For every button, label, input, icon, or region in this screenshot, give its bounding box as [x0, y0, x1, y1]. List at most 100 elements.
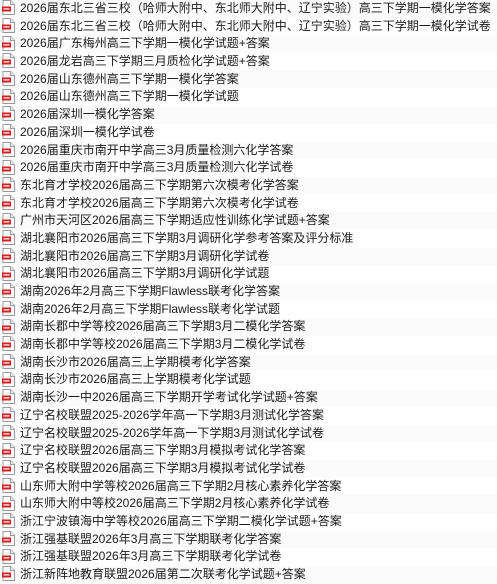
file-row[interactable]: 山东师大附中学等校2026届高三下学期2月核心素养化学答案: [0, 477, 497, 496]
file-name: 辽宁名校联盟2025-2026学年高一下学期3月测试化学答案: [20, 407, 325, 422]
file-name: 2026届龙岩高三下学期三月质检化学试题+答案: [20, 54, 270, 69]
file-row[interactable]: 湖南长沙一中2026届高三下学期开学考试化学试题+答案: [0, 389, 497, 407]
file-name: 山东师大附中等校2026届高三下学期2月核心素养化学试卷: [20, 496, 330, 511]
pdf-file-icon: [2, 318, 15, 334]
file-row[interactable]: 湖南2026年2月高三下学期Flawless联考化学试题: [0, 301, 497, 319]
pdf-file-icon: [2, 371, 15, 387]
pdf-file-icon: [2, 18, 15, 34]
pdf-file-icon: [2, 141, 15, 157]
pdf-file-icon: [2, 424, 15, 440]
file-row[interactable]: 湖南长郡中学等校2026届高三下学期3月二模化学试卷: [0, 336, 497, 354]
file-name: 山东师大附中学等校2026届高三下学期2月核心素养化学答案: [20, 478, 342, 493]
pdf-file-icon: [2, 389, 15, 405]
file-name: 辽宁名校联盟2026届高三下学期3月模拟考试化学试卷: [20, 460, 306, 475]
pdf-file-icon: [2, 460, 15, 476]
file-row[interactable]: 湖北襄阳市2026届高三下学期3月调研化学试题: [0, 265, 497, 283]
file-row[interactable]: 湖南长沙市2026届高三上学期模考化学试题: [0, 371, 497, 389]
file-name: 湖北襄阳市2026届高三下学期3月调研化学试卷: [20, 248, 270, 263]
file-row[interactable]: 湖南长沙市2026届高三上学期模考化学答案: [0, 353, 497, 372]
file-row[interactable]: 湖北襄阳市2026届高三下学期3月调研化学试卷: [0, 247, 497, 266]
pdf-file-icon: [2, 159, 15, 175]
file-name: 2026届深圳一模化学答案: [20, 107, 155, 122]
file-row[interactable]: 东北育才学校2026届高三下学期第六次模考化学答案: [0, 176, 497, 195]
file-name: 湖北襄阳市2026届高三下学期3月调研化学参考答案及评分标准: [20, 230, 354, 245]
file-row[interactable]: 山东师大附中等校2026届高三下学期2月核心素养化学试卷: [0, 495, 497, 513]
file-name: 湖南长沙一中2026届高三下学期开学考试化学试题+答案: [20, 390, 318, 405]
pdf-file-icon: [2, 194, 15, 210]
file-row[interactable]: 浙江宁波镇海中学等校2026届高三下学期二模化学试题+答案: [0, 513, 497, 531]
file-name: 湖北襄阳市2026届高三下学期3月调研化学试题: [20, 266, 270, 281]
pdf-file-icon: [2, 548, 15, 564]
file-name: 广州市天河区2026届高三下学期适应性训练化学试题+答案: [20, 213, 330, 228]
file-name: 2026届广东梅州高三下学期一模化学试题+答案: [20, 36, 270, 51]
pdf-file-icon: [2, 495, 15, 511]
file-row[interactable]: 2026届重庆市南开中学高三3月质量检测六化学试卷: [0, 159, 497, 177]
file-row[interactable]: 2026届东北三省三校（哈师大附中、东北师大附中、辽宁实验）高三下学期一模化学试…: [0, 18, 497, 36]
file-row[interactable]: 辽宁名校联盟2026届高三下学期3月模拟考试化学试卷: [0, 459, 497, 478]
file-row[interactable]: 浙江强基联盟2026年3月高三下学期联考化学答案: [0, 530, 497, 549]
file-row[interactable]: 湖南长郡中学等校2026届高三下学期3月二模化学答案: [0, 318, 497, 337]
file-name: 湖南长沙市2026届高三上学期模考化学答案: [20, 354, 251, 369]
file-list: 2026届东北三省三校（哈师大附中、东北师大附中、辽宁实验）高三下学期一模化学答…: [0, 0, 497, 584]
file-row[interactable]: 2026届深圳一模化学试卷: [0, 124, 497, 142]
pdf-file-icon: [2, 336, 15, 352]
file-row[interactable]: 2026届龙岩高三下学期三月质检化学试题+答案: [0, 53, 497, 71]
file-row[interactable]: 2026届广东梅州高三下学期一模化学试题+答案: [0, 35, 497, 54]
pdf-file-icon: [2, 283, 15, 299]
file-name: 2026届东北三省三校（哈师大附中、东北师大附中、辽宁实验）高三下学期一模化学试…: [20, 18, 491, 33]
file-name: 湖南2026年2月高三下学期Flawless联考化学试题: [20, 301, 281, 316]
file-row[interactable]: 2026届东北三省三校（哈师大附中、东北师大附中、辽宁实验）高三下学期一模化学答…: [0, 0, 497, 18]
pdf-file-icon: [2, 407, 15, 423]
file-name: 湖南长郡中学等校2026届高三下学期3月二模化学答案: [20, 319, 306, 334]
file-name: 2026届东北三省三校（哈师大附中、东北师大附中、辽宁实验）高三下学期一模化学答…: [20, 1, 491, 15]
file-row[interactable]: 广州市天河区2026届高三下学期适应性训练化学试题+答案: [0, 212, 497, 230]
pdf-file-icon: [2, 265, 15, 281]
file-name: 2026届重庆市南开中学高三3月质量检测六化学答案: [20, 142, 294, 157]
pdf-file-icon: [2, 0, 15, 16]
pdf-file-icon: [2, 106, 15, 122]
pdf-file-icon: [2, 247, 15, 263]
file-name: 浙江新阵地教育联盟2026届第二次联考化学试题+答案: [20, 567, 306, 581]
file-row[interactable]: 辽宁名校联盟2025-2026学年高一下学期3月测试化学答案: [0, 407, 497, 425]
pdf-file-icon: [2, 301, 15, 317]
file-name: 2026届山东德州高三下学期一模化学试题: [20, 89, 239, 104]
file-row[interactable]: 辽宁名校联盟2025-2026学年高一下学期3月测试化学试卷: [0, 424, 497, 443]
pdf-file-icon: [2, 88, 15, 104]
file-row[interactable]: 2026届山东德州高三下学期一模化学试题: [0, 88, 497, 106]
file-row[interactable]: 湖北襄阳市2026届高三下学期3月调研化学参考答案及评分标准: [0, 230, 497, 248]
pdf-file-icon: [2, 53, 15, 69]
pdf-file-icon: [2, 71, 15, 87]
file-row[interactable]: 2026届山东德州高三下学期一模化学答案: [0, 70, 497, 89]
file-row[interactable]: 东北育才学校2026届高三下学期第六次模考化学试卷: [0, 194, 497, 213]
file-row[interactable]: 浙江新阵地教育联盟2026届第二次联考化学试题+答案: [0, 566, 497, 584]
file-row[interactable]: 辽宁名校联盟2026届高三下学期3月模拟考试化学答案: [0, 442, 497, 460]
pdf-file-icon: [2, 35, 15, 51]
file-name: 辽宁名校联盟2025-2026学年高一下学期3月测试化学试卷: [20, 425, 325, 440]
file-name: 湖南长沙市2026届高三上学期模考化学试题: [20, 372, 251, 387]
file-name: 东北育才学校2026届高三下学期第六次模考化学试卷: [20, 195, 299, 210]
file-name: 辽宁名校联盟2026届高三下学期3月模拟考试化学答案: [20, 443, 306, 458]
pdf-file-icon: [2, 530, 15, 546]
pdf-file-icon: [2, 177, 15, 193]
pdf-file-icon: [2, 124, 15, 140]
pdf-file-icon: [2, 230, 15, 246]
file-name: 2026届深圳一模化学试卷: [20, 124, 155, 139]
file-name: 浙江强基联盟2026年3月高三下学期联考化学试卷: [20, 549, 282, 564]
file-row[interactable]: 2026届重庆市南开中学高三3月质量检测六化学答案: [0, 141, 497, 160]
file-name: 2026届重庆市南开中学高三3月质量检测六化学试卷: [20, 160, 294, 175]
pdf-file-icon: [2, 513, 15, 529]
file-name: 东北育才学校2026届高三下学期第六次模考化学答案: [20, 177, 299, 192]
pdf-file-icon: [2, 477, 15, 493]
file-row[interactable]: 浙江强基联盟2026年3月高三下学期联考化学试卷: [0, 548, 497, 566]
file-name: 湖南长郡中学等校2026届高三下学期3月二模化学试卷: [20, 337, 306, 352]
file-name: 2026届山东德州高三下学期一模化学答案: [20, 71, 239, 86]
file-name: 湖南2026年2月高三下学期Flawless联考化学答案: [20, 284, 281, 298]
file-name: 浙江强基联盟2026年3月高三下学期联考化学答案: [20, 531, 282, 546]
pdf-file-icon: [2, 212, 15, 228]
pdf-file-icon: [2, 442, 15, 458]
file-row[interactable]: 湖南2026年2月高三下学期Flawless联考化学答案: [0, 283, 497, 301]
file-row[interactable]: 2026届深圳一模化学答案: [0, 106, 497, 124]
file-name: 浙江宁波镇海中学等校2026届高三下学期二模化学试题+答案: [20, 513, 342, 528]
pdf-file-icon: [2, 566, 15, 582]
pdf-file-icon: [2, 354, 15, 370]
